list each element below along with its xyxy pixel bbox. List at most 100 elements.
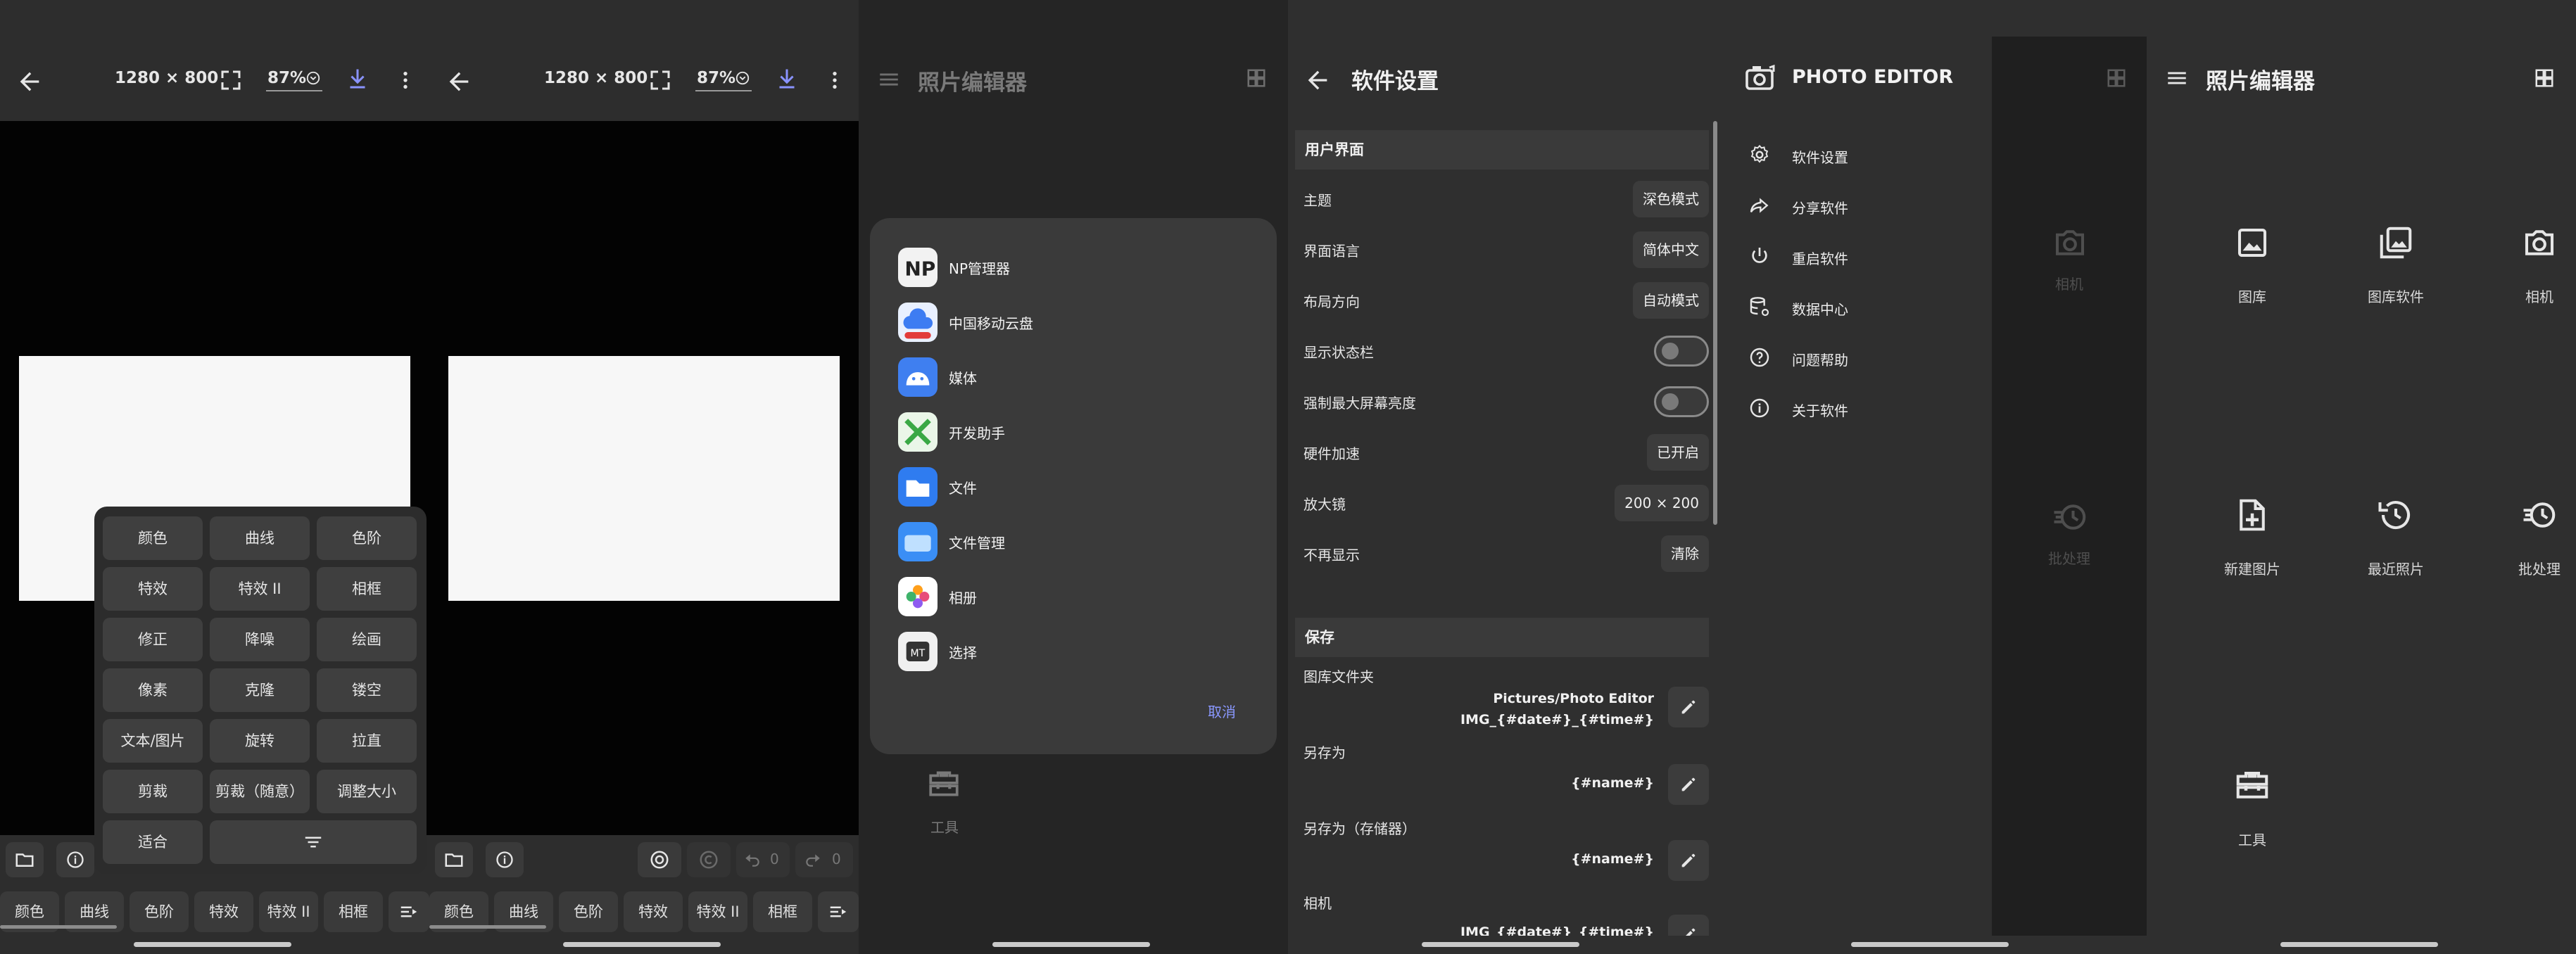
clear-button[interactable]: 清除 — [1661, 535, 1709, 572]
popup-tool-frame[interactable]: 相框 — [317, 567, 417, 611]
home-tile-gallery[interactable]: 图库 — [2182, 224, 2323, 322]
back-arrow-icon[interactable] — [15, 68, 44, 96]
open-folder-button[interactable] — [435, 842, 473, 877]
layout-direction-value-button[interactable]: 自动模式 — [1633, 282, 1709, 319]
dimmed-background[interactable] — [1992, 37, 2147, 936]
popup-tool-pixelate[interactable]: 像素 — [103, 668, 203, 712]
fullscreen-icon[interactable] — [648, 68, 673, 93]
home-tile-gallery-app[interactable]: 图库软件 — [2325, 224, 2466, 322]
compare-button[interactable] — [638, 842, 681, 877]
popup-tool-denoise[interactable]: 降噪 — [210, 618, 310, 661]
grid-view-icon[interactable] — [2534, 68, 2555, 89]
zoom-level[interactable]: 87% — [697, 69, 735, 87]
popup-tool-text-image[interactable]: 文本/图片 — [103, 719, 203, 763]
popup-tool-resize[interactable]: 调整大小 — [317, 770, 417, 813]
editor-canvas[interactable] — [429, 121, 859, 835]
setting-language[interactable]: 界面语言 简体中文 — [1303, 224, 1709, 275]
setting-magnifier[interactable]: 放大镜 200 × 200 — [1303, 478, 1709, 528]
grid-view-icon[interactable] — [1246, 68, 1267, 89]
popup-sort-button[interactable] — [210, 820, 417, 864]
popup-tool-clone[interactable]: 克隆 — [210, 668, 310, 712]
setting-hardware-acceleration[interactable]: 硬件加速 已开启 — [1303, 427, 1709, 478]
download-icon[interactable] — [345, 66, 370, 91]
popup-tool-straighten[interactable]: 拉直 — [317, 719, 417, 763]
more-vert-icon[interactable] — [823, 68, 846, 93]
tool-menu-button[interactable] — [818, 891, 859, 932]
tool-effects[interactable]: 特效 — [194, 891, 253, 932]
popup-tool-cutout[interactable]: 镂空 — [317, 668, 417, 712]
tool-levels[interactable]: 色阶 — [559, 891, 618, 932]
zoom-level[interactable]: 87% — [267, 69, 306, 87]
theme-value-button[interactable]: 深色模式 — [1633, 181, 1709, 217]
home-tile-batch[interactable]: 批处理 — [2469, 496, 2576, 594]
tool-frame[interactable]: 相框 — [324, 891, 383, 932]
back-arrow-icon[interactable] — [445, 68, 473, 96]
popup-tool-levels[interactable]: 色阶 — [317, 516, 417, 560]
zoom-dropdown-icon[interactable] — [305, 70, 321, 86]
drawer-item-share[interactable]: 分享软件 — [1731, 186, 1985, 225]
share-target-file-manager[interactable]: 文件管理 — [898, 522, 1250, 561]
share-target-mt-select[interactable]: MT 选择 — [898, 632, 1250, 671]
history-button[interactable] — [687, 842, 731, 877]
home-tile-new-image[interactable]: 新建图片 — [2182, 496, 2323, 594]
download-icon[interactable] — [774, 66, 800, 91]
tool-effects-2[interactable]: 特效 II — [688, 891, 747, 932]
share-target-np-manager[interactable]: NP NP管理器 — [898, 248, 1250, 287]
tool-frame[interactable]: 相框 — [753, 891, 812, 932]
fullscreen-icon[interactable] — [218, 68, 244, 93]
popup-tool-rotate[interactable]: 旋转 — [210, 719, 310, 763]
popup-tool-draw[interactable]: 绘画 — [317, 618, 417, 661]
popup-tool-color[interactable]: 颜色 — [103, 516, 203, 560]
setting-save-as[interactable]: 另存为 {#name#} — [1303, 739, 1709, 813]
share-target-cloud-drive[interactable]: 中国移动云盘 — [898, 303, 1250, 342]
open-folder-button[interactable] — [6, 842, 44, 877]
popup-tool-correct[interactable]: 修正 — [103, 618, 203, 661]
info-button[interactable] — [486, 842, 524, 877]
setting-save-as-storage[interactable]: 另存为（存储器） {#name#} — [1303, 813, 1709, 888]
tool-effects-2[interactable]: 特效 II — [259, 891, 318, 932]
undo-button[interactable]: 0 — [736, 842, 790, 877]
popup-tool-effects[interactable]: 特效 — [103, 567, 203, 611]
popup-tool-curves[interactable]: 曲线 — [210, 516, 310, 560]
share-target-media[interactable]: 媒体 — [898, 357, 1250, 397]
setting-max-brightness[interactable]: 强制最大屏幕亮度 — [1303, 376, 1709, 427]
status-bar-toggle[interactable] — [1654, 336, 1709, 367]
setting-show-status-bar[interactable]: 显示状态栏 — [1303, 326, 1709, 376]
info-button[interactable] — [56, 842, 94, 877]
hardware-acceleration-value-button[interactable]: 已开启 — [1647, 434, 1709, 471]
popup-tool-fit[interactable]: 适合 — [103, 820, 203, 864]
setting-layout-direction[interactable]: 布局方向 自动模式 — [1303, 275, 1709, 326]
magnifier-value-button[interactable]: 200 × 200 — [1615, 485, 1709, 521]
edit-save-as-button[interactable] — [1668, 764, 1709, 805]
share-target-dev-assistant[interactable]: 开发助手 — [898, 412, 1250, 452]
drawer-item-help[interactable]: 问题帮助 — [1731, 338, 1985, 377]
popup-tool-crop[interactable]: 剪裁 — [103, 770, 203, 813]
edit-save-as-storage-button[interactable] — [1668, 840, 1709, 881]
more-vert-icon[interactable] — [394, 68, 417, 93]
home-tile-tools[interactable]: 工具 — [2182, 767, 2323, 865]
language-value-button[interactable]: 简体中文 — [1633, 231, 1709, 268]
share-target-gallery[interactable]: 相册 — [898, 577, 1250, 616]
max-brightness-toggle[interactable] — [1654, 386, 1709, 417]
edit-gallery-folder-button[interactable] — [1668, 687, 1709, 727]
home-tile-recent[interactable]: 最近照片 — [2325, 496, 2466, 594]
back-arrow-icon[interactable] — [1303, 66, 1332, 94]
zoom-dropdown-icon[interactable] — [735, 70, 750, 86]
hamburger-icon[interactable] — [2165, 66, 2189, 90]
drawer-item-restart[interactable]: 重启软件 — [1731, 236, 1985, 276]
hamburger-icon[interactable] — [877, 68, 901, 91]
tool-effects[interactable]: 特效 — [624, 891, 683, 932]
popup-tool-free-crop[interactable]: 剪裁（随意） — [210, 770, 310, 813]
drawer-item-data-center[interactable]: 数据中心 — [1731, 287, 1985, 326]
redo-button[interactable]: 0 — [795, 842, 853, 877]
setting-theme[interactable]: 主题 深色模式 — [1303, 174, 1709, 224]
cancel-button[interactable]: 取消 — [1208, 701, 1236, 721]
tool-levels[interactable]: 色阶 — [130, 891, 189, 932]
tool-menu-button[interactable] — [389, 891, 429, 932]
setting-camera[interactable]: 相机 IMG_{#date#}_{#time#} — [1303, 888, 1709, 936]
grid-view-icon[interactable] — [2106, 68, 2127, 89]
edited-image[interactable] — [448, 356, 840, 601]
toolbox-tile[interactable]: 工具 — [908, 767, 978, 844]
drawer-item-settings[interactable]: 软件设置 — [1731, 135, 1985, 174]
setting-dont-show-again[interactable]: 不再显示 清除 — [1303, 528, 1709, 579]
